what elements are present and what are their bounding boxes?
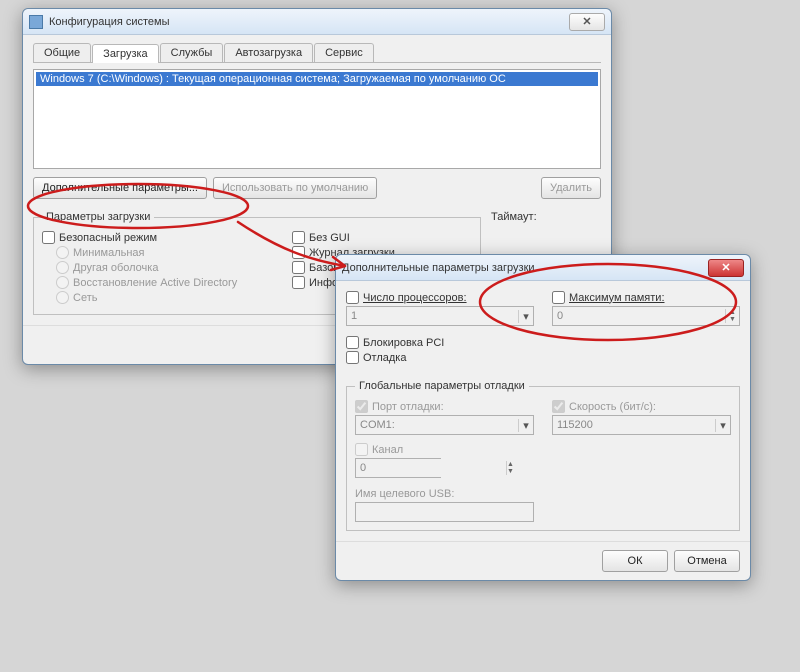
advanced-options-button[interactable]: Дополнительные параметры... [33, 177, 207, 199]
titlebar-main: Конфигурация системы ✕ [23, 9, 611, 35]
safe-minimal-radio[interactable]: Минимальная [56, 246, 276, 259]
tab-boot[interactable]: Загрузка [92, 44, 158, 63]
tabs: Общие Загрузка Службы Автозагрузка Серви… [33, 43, 601, 63]
set-default-button[interactable]: Использовать по умолчанию [213, 177, 377, 199]
adv-cancel-button[interactable]: Отмена [674, 550, 740, 572]
usb-target-input[interactable] [355, 502, 534, 522]
pci-lock-checkbox[interactable]: Блокировка PCI [346, 336, 534, 349]
os-list-item[interactable]: Windows 7 (C:\Windows) : Текущая операци… [36, 72, 598, 86]
baud-rate-checkbox[interactable]: Скорость (бит/с): [552, 400, 731, 413]
no-gui-checkbox[interactable]: Без GUI [292, 231, 472, 244]
adv-title: Дополнительные параметры загрузки [342, 262, 708, 274]
spinner-up-icon[interactable]: ▲ [725, 309, 739, 316]
usb-target-label: Имя целевого USB: [355, 488, 454, 500]
titlebar-adv: Дополнительные параметры загрузки ✕ [336, 255, 750, 281]
safe-network-radio[interactable]: Сеть [56, 291, 276, 304]
channel-checkbox[interactable]: Канал [355, 443, 534, 456]
safe-adrepair-radio[interactable]: Восстановление Active Directory [56, 276, 276, 289]
debug-port-combo[interactable]: ▾ [355, 415, 534, 435]
delete-button[interactable]: Удалить [541, 177, 601, 199]
tab-startup[interactable]: Автозагрузка [224, 43, 313, 62]
adv-close-button[interactable]: ✕ [708, 259, 744, 277]
chevron-down-icon: ▾ [518, 419, 533, 432]
debug-params-legend: Глобальные параметры отладки [355, 380, 529, 392]
spinner-down-icon[interactable]: ▼ [725, 316, 739, 323]
adv-footer: ОК Отмена [336, 541, 750, 580]
tab-general[interactable]: Общие [33, 43, 91, 62]
debug-params-group: Глобальные параметры отладки Порт отладк… [346, 380, 740, 531]
spinner-up-icon[interactable]: ▲ [506, 461, 514, 468]
chevron-down-icon: ▾ [715, 419, 730, 432]
safe-mode-checkbox[interactable]: Безопасный режим [42, 231, 276, 244]
baud-rate-combo[interactable]: ▾ [552, 415, 731, 435]
close-button[interactable]: ✕ [569, 13, 605, 31]
timeout-label: Таймаут: [491, 211, 537, 223]
debug-port-checkbox[interactable]: Порт отладки: [355, 400, 534, 413]
advanced-dialog: Дополнительные параметры загрузки ✕ Числ… [335, 254, 751, 581]
window-title: Конфигурация системы [49, 16, 569, 28]
chevron-down-icon: ▾ [518, 310, 533, 323]
tab-tools[interactable]: Сервис [314, 43, 374, 62]
num-processors-combo[interactable]: ▾ [346, 306, 534, 326]
spinner-down-icon[interactable]: ▼ [506, 468, 514, 475]
os-list[interactable]: Windows 7 (C:\Windows) : Текущая операци… [33, 69, 601, 169]
safe-altshell-radio[interactable]: Другая оболочка [56, 261, 276, 274]
max-memory-checkbox[interactable]: Максимум памяти: [552, 291, 740, 304]
num-processors-checkbox[interactable]: Число процессоров: [346, 291, 534, 304]
channel-spinner[interactable]: ▲▼ [355, 458, 441, 478]
debug-checkbox[interactable]: Отладка [346, 351, 534, 364]
max-memory-spinner[interactable]: ▲▼ [552, 306, 740, 326]
tab-services[interactable]: Службы [160, 43, 224, 62]
adv-ok-button[interactable]: ОК [602, 550, 668, 572]
app-icon [29, 15, 43, 29]
boot-options-legend: Параметры загрузки [42, 211, 154, 223]
